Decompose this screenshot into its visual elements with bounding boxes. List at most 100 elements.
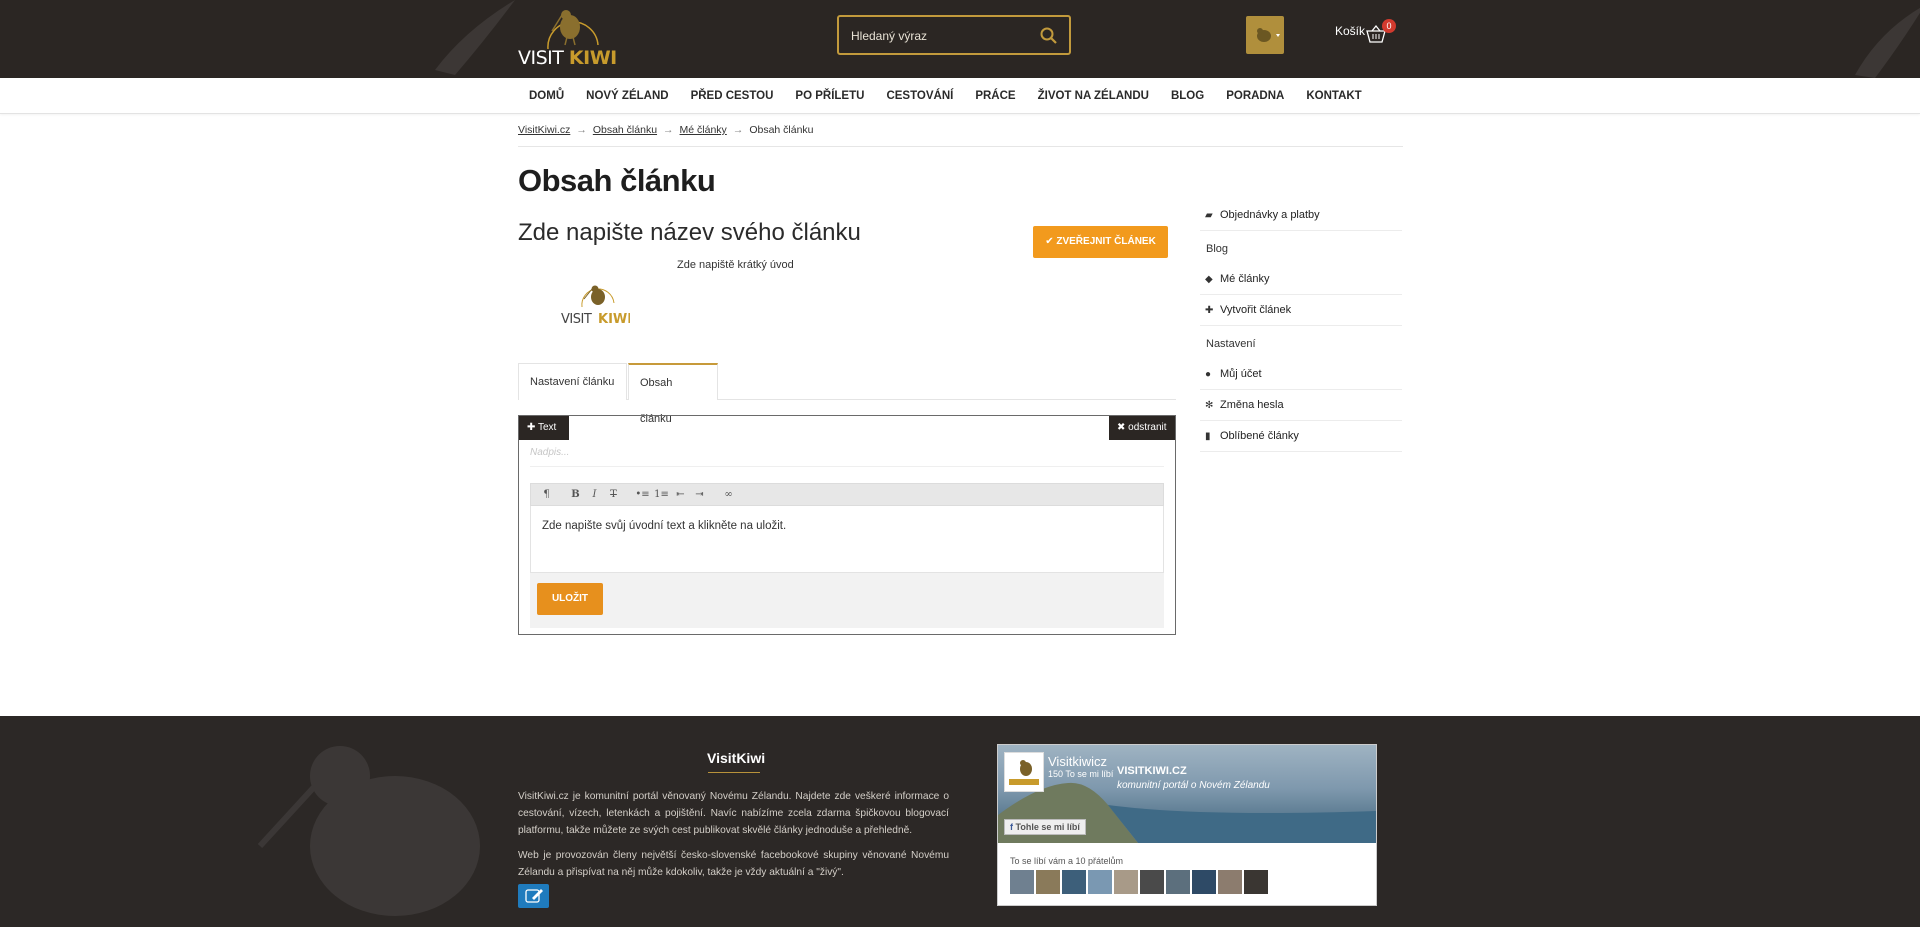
logo-text: VISIT KIWI	[518, 47, 617, 69]
edit-icon	[525, 889, 543, 903]
facebook-friend-avatars	[1010, 870, 1268, 894]
friend-avatar[interactable]	[1010, 870, 1034, 894]
cart-count-badge: 0	[1382, 19, 1396, 33]
facebook-tagline: komunitní portál o Novém Zélandu	[1117, 780, 1270, 791]
article-intro-field[interactable]: Zde napiště krátký úvod	[677, 259, 794, 271]
tags-icon: ◆	[1205, 274, 1213, 285]
friend-avatar[interactable]	[1166, 870, 1190, 894]
breadcrumb-obsah-clanku[interactable]: Obsah článku	[593, 124, 657, 136]
article-title-field[interactable]: Zde napište název svého článku	[518, 219, 861, 247]
facebook-like-label: Tohle se mi líbí	[1015, 822, 1080, 832]
page-title: Obsah článku	[518, 163, 716, 198]
close-icon: ✖	[1117, 422, 1126, 433]
publish-label: ZVEŘEJNIT ČLÁNEK	[1056, 236, 1156, 247]
kiwi-logo-icon	[1009, 760, 1039, 785]
nav-item-domu[interactable]: DOMŮ	[518, 78, 575, 114]
publish-article-button[interactable]: ✔ ZVEŘEJNIT ČLÁNEK	[1033, 226, 1168, 258]
editor-body-text: Zde napište svůj úvodní text a klikněte …	[542, 520, 787, 532]
nav-item-cestovani[interactable]: CESTOVÁNÍ	[875, 78, 964, 114]
indent-button[interactable]: ⇥	[690, 489, 709, 500]
friend-avatar[interactable]	[1140, 870, 1164, 894]
block-type-label: ✚ Text	[519, 416, 569, 440]
tab-obsah-clanku[interactable]: Obsah článku	[628, 363, 718, 425]
sidebar-item-create-article[interactable]: ✚ Vytvořit článek	[1200, 295, 1402, 326]
sidebar-item-label: Vytvořit článek	[1220, 304, 1292, 316]
nav-item-po-priletu[interactable]: PO PŘÍLETU	[784, 78, 875, 114]
italic-button[interactable]: I	[585, 489, 604, 500]
tab-nastaveni-clanku[interactable]: Nastavení článku	[518, 363, 627, 400]
remove-block-button[interactable]: ✖ odstranit	[1109, 416, 1175, 440]
main-navigation: DOMŮ NOVÝ ZÉLAND PŘED CESTOU PO PŘÍLETU …	[0, 78, 1920, 114]
facebook-cover-image: Visitkiwicz 150 To se mi líbí VISITKIWI.…	[998, 745, 1376, 843]
search-placeholder: Hledaný výraz	[851, 29, 928, 43]
search-input[interactable]: Hledaný výraz	[837, 15, 1071, 55]
sidebar-item-label: Můj účet	[1220, 368, 1262, 380]
blog-edit-button[interactable]	[518, 884, 549, 908]
breadcrumb-me-clanky[interactable]: Mé články	[680, 124, 727, 136]
kiwi-avatar-icon	[1257, 28, 1280, 42]
friend-avatar[interactable]	[1062, 870, 1086, 894]
article-cover-image[interactable]: VISIT KIWI	[560, 281, 630, 327]
friend-avatar[interactable]	[1036, 870, 1060, 894]
logo-word-visit: VISIT	[561, 312, 592, 327]
paragraph-format-button[interactable]: ¶	[537, 489, 556, 500]
bookmark-icon: ▮	[1205, 431, 1211, 442]
bold-button[interactable]: B	[566, 489, 585, 500]
nav-item-blog[interactable]: BLOG	[1160, 78, 1215, 114]
article-tabs: Nastavení článku Obsah článku	[518, 363, 1176, 425]
facebook-brand-text: VISITKIWI.CZ	[1117, 765, 1187, 777]
text-content-block: ✚ Text ✖ odstranit Nadpis... ¶ B I T •≡ …	[518, 415, 1176, 635]
breadcrumb-home[interactable]: VisitKiwi.cz	[518, 124, 570, 136]
sidebar-item-label: Mé články	[1220, 273, 1270, 285]
nav-item-novy-zeland[interactable]: NOVÝ ZÉLAND	[575, 78, 679, 114]
sidebar-item-change-password[interactable]: ✻ Změna hesla	[1200, 390, 1402, 421]
site-logo[interactable]: VISIT KIWI	[518, 5, 622, 71]
sidebar-item-label: Oblíbené články	[1220, 430, 1299, 442]
sidebar-heading-blog: Blog	[1206, 243, 1229, 255]
link-button[interactable]: ∞	[719, 489, 738, 500]
nav-item-poradna[interactable]: PORADNA	[1215, 78, 1295, 114]
nav-item-zivot-na-zelandu[interactable]: ŽIVOT NA ZÉLANDU	[1027, 78, 1160, 114]
footer-community-text: Web je provozován členy největší česko-s…	[518, 850, 949, 878]
account-sidebar: ▰ Objednávky a platby Blog ◆ Mé články ✚…	[1200, 200, 1402, 452]
facebook-page-widget[interactable]: Visitkiwicz 150 To se mi líbí VISITKIWI.…	[997, 744, 1377, 906]
sidebar-item-orders[interactable]: ▰ Objednávky a platby	[1200, 200, 1402, 231]
facebook-like-count: 150 To se mi líbí	[1048, 769, 1114, 779]
editor-text-area[interactable]: Zde napište svůj úvodní text a klikněte …	[530, 506, 1164, 573]
remove-label: odstranit	[1128, 422, 1167, 433]
bird-decoration-icon	[435, 0, 515, 75]
heading-input[interactable]: Nadpis...	[530, 447, 1164, 467]
kiwi-watermark-icon	[257, 746, 480, 916]
logo-word-kiwi: KIWI	[568, 47, 617, 69]
friend-avatar[interactable]	[1088, 870, 1112, 894]
facebook-like-button[interactable]: f Tohle se mi líbí	[1004, 819, 1086, 835]
strikethrough-button[interactable]: T	[604, 489, 623, 500]
briefcase-icon: ▰	[1205, 210, 1213, 221]
nav-item-prace[interactable]: PRÁCE	[964, 78, 1026, 114]
user-menu-button[interactable]	[1246, 16, 1284, 54]
nav-item-pred-cestou[interactable]: PŘED CESTOU	[680, 78, 785, 114]
breadcrumb-separator: →	[663, 124, 674, 136]
sidebar-item-my-account[interactable]: ● Můj účet	[1200, 359, 1402, 390]
sidebar-item-favorite-articles[interactable]: ▮ Oblíbené články	[1200, 421, 1402, 452]
save-button[interactable]: ULOŽIT	[537, 583, 603, 615]
unordered-list-button[interactable]: •≡	[633, 489, 652, 500]
site-header: VISIT KIWI Hledaný výraz Košík 0	[0, 0, 1920, 78]
ordered-list-button[interactable]: 1≡	[652, 489, 671, 500]
plus-icon: ✚	[527, 422, 536, 433]
friend-avatar[interactable]	[1114, 870, 1138, 894]
nav-item-kontakt[interactable]: KONTAKT	[1295, 78, 1372, 114]
cart-label[interactable]: Košík	[1335, 24, 1365, 38]
friend-avatar[interactable]	[1218, 870, 1242, 894]
friend-avatar[interactable]	[1192, 870, 1216, 894]
outdent-button[interactable]: ⇤	[671, 489, 690, 500]
rich-text-editor: ¶ B I T •≡ 1≡ ⇤ ⇥ ∞ Zde napište svůj úvo…	[530, 483, 1164, 628]
logo-word-visit: VISIT	[518, 47, 564, 69]
sidebar-item-my-articles[interactable]: ◆ Mé články	[1200, 264, 1402, 295]
facebook-page-name[interactable]: Visitkiwicz	[1048, 754, 1107, 769]
footer-title: VisitKiwi	[707, 750, 766, 766]
search-icon[interactable]	[1039, 26, 1059, 46]
divider	[518, 146, 1403, 147]
gear-icon: ✻	[1205, 400, 1214, 411]
friend-avatar[interactable]	[1244, 870, 1268, 894]
